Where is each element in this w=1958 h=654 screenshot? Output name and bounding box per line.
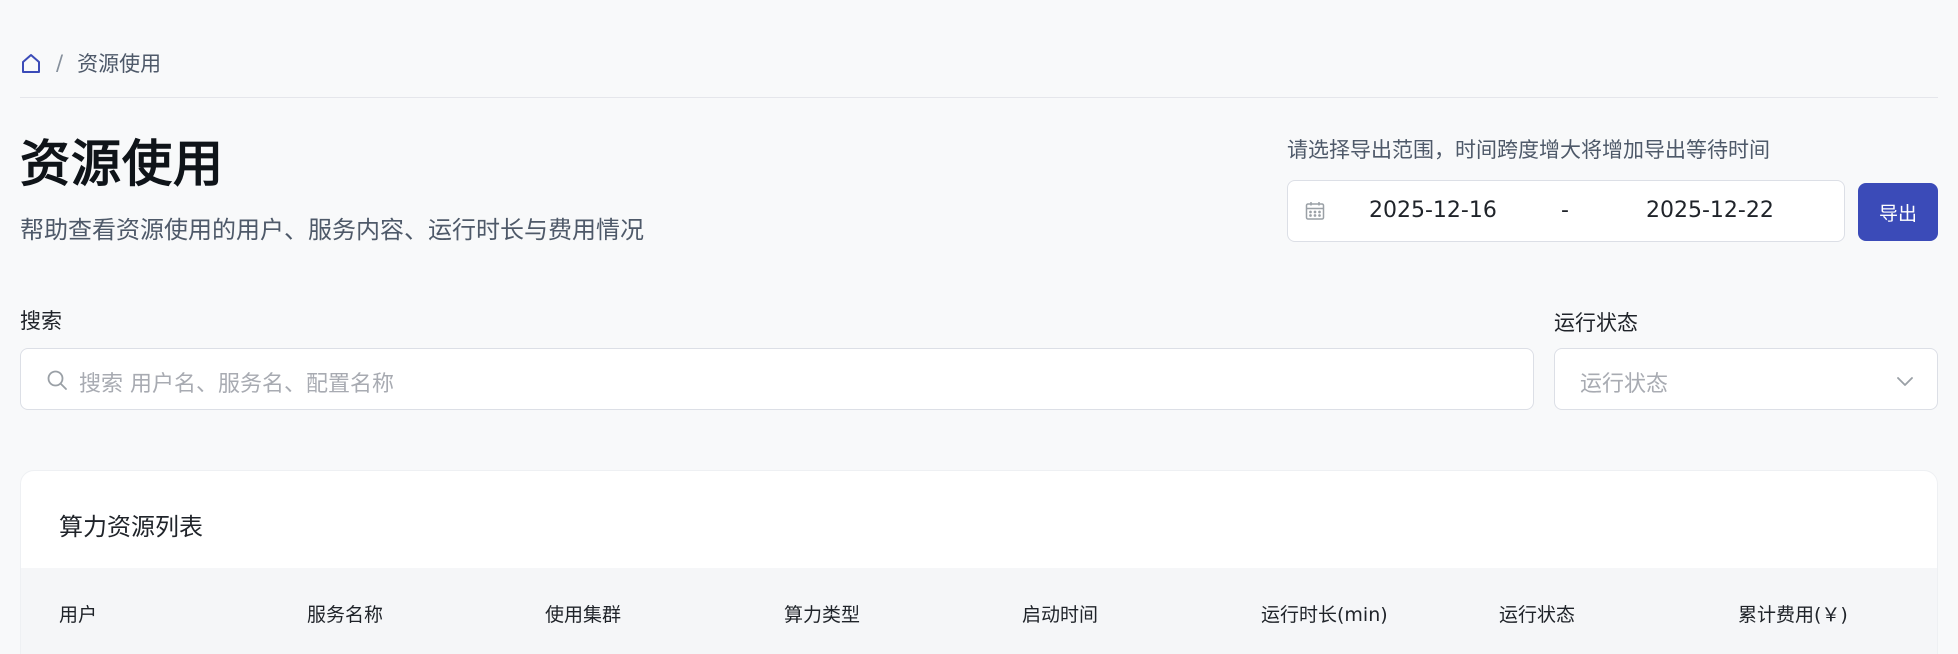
calendar-icon [1304, 200, 1326, 222]
page-subtitle: 帮助查看资源使用的用户、服务内容、运行时长与费用情况 [20, 216, 644, 244]
start-date-input[interactable]: 2025-12-16 [1369, 198, 1497, 223]
header-divider [20, 97, 1938, 98]
breadcrumb-current: 资源使用 [77, 52, 162, 76]
breadcrumb-separator: / [56, 51, 64, 75]
status-select[interactable]: 运行状态 [1554, 348, 1938, 410]
export-button[interactable]: 导出 [1858, 183, 1938, 241]
column-header-compute-type[interactable]: 算力类型 [784, 600, 860, 627]
column-header-start-time[interactable]: 启动时间 [1022, 600, 1098, 627]
column-header-user[interactable]: 用户 [59, 600, 97, 627]
home-icon[interactable] [20, 52, 42, 74]
search-input[interactable]: 搜索 用户名、服务名、配置名称 [20, 348, 1534, 410]
column-header-cost[interactable]: 累计费用(￥) [1738, 600, 1848, 627]
table-header: 用户 服务名称 使用集群 算力类型 启动时间 运行时长(min) 运行状态 累计… [21, 568, 1937, 654]
page-title: 资源使用 [20, 135, 224, 193]
date-range-picker[interactable]: 2025-12-16 - 2025-12-22 [1287, 180, 1845, 242]
resource-usage-page: / 资源使用 资源使用 帮助查看资源使用的用户、服务内容、运行时长与费用情况 请… [0, 0, 1958, 654]
resource-list-card: 算力资源列表 用户 服务名称 使用集群 算力类型 启动时间 运行时长(min) … [20, 470, 1938, 654]
status-placeholder: 运行状态 [1580, 372, 1669, 397]
column-header-duration[interactable]: 运行时长(min) [1261, 600, 1388, 627]
column-header-status[interactable]: 运行状态 [1499, 600, 1575, 627]
search-icon [45, 368, 69, 392]
card-title: 算力资源列表 [59, 513, 203, 541]
status-label: 运行状态 [1554, 311, 1638, 335]
breadcrumb: / 资源使用 [20, 48, 161, 78]
date-range-separator: - [1561, 198, 1569, 223]
export-hint: 请选择导出范围，时间跨度增大将增加导出等待时间 [1287, 138, 1770, 162]
end-date-input[interactable]: 2025-12-22 [1646, 198, 1774, 223]
column-header-service-name[interactable]: 服务名称 [307, 600, 383, 627]
chevron-down-icon [1895, 371, 1915, 391]
search-placeholder: 搜索 用户名、服务名、配置名称 [79, 372, 394, 397]
column-header-cluster[interactable]: 使用集群 [545, 600, 621, 627]
search-label: 搜索 [20, 309, 62, 333]
